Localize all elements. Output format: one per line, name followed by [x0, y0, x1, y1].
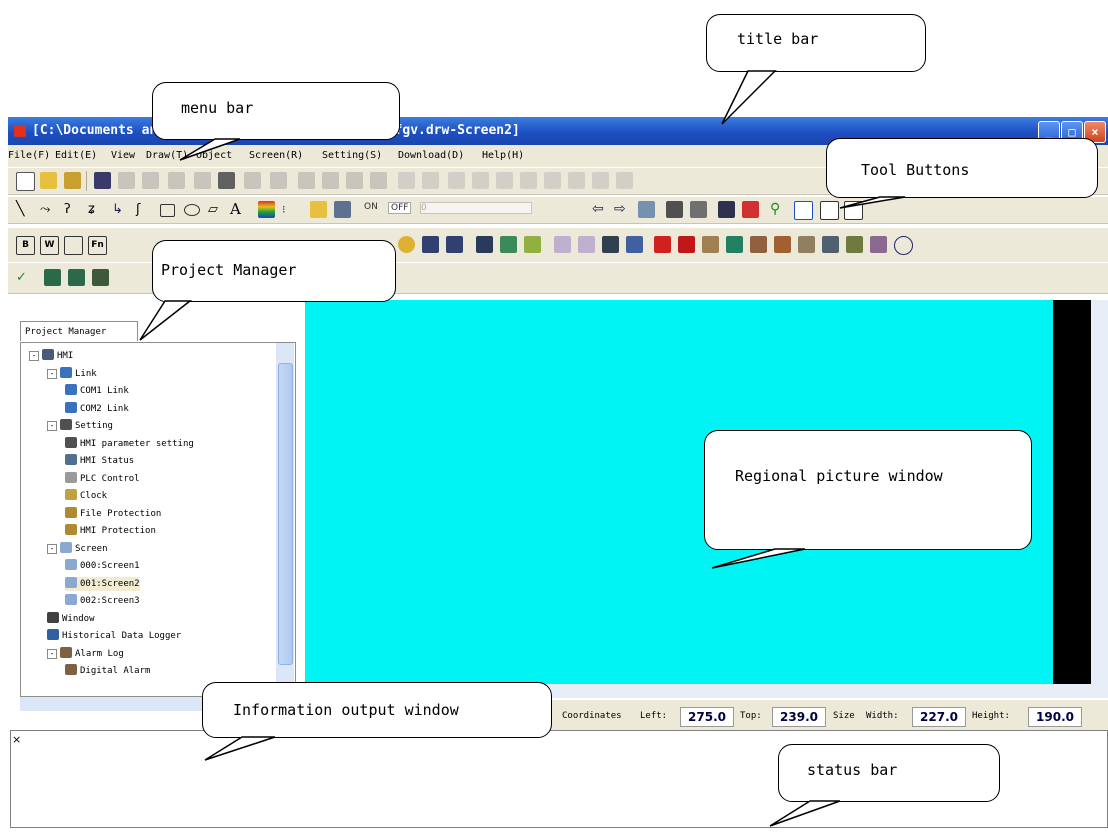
callout-tails [139, 70, 906, 827]
information-output-window-tail [204, 736, 276, 761]
tool-buttons-tail [839, 196, 906, 209]
regional-picture-window-tail [711, 548, 806, 569]
menu-bar-tail [179, 138, 241, 161]
title-bar-tail [721, 70, 777, 125]
status-bar-tail [769, 800, 841, 827]
project-manager-tail [139, 300, 193, 341]
